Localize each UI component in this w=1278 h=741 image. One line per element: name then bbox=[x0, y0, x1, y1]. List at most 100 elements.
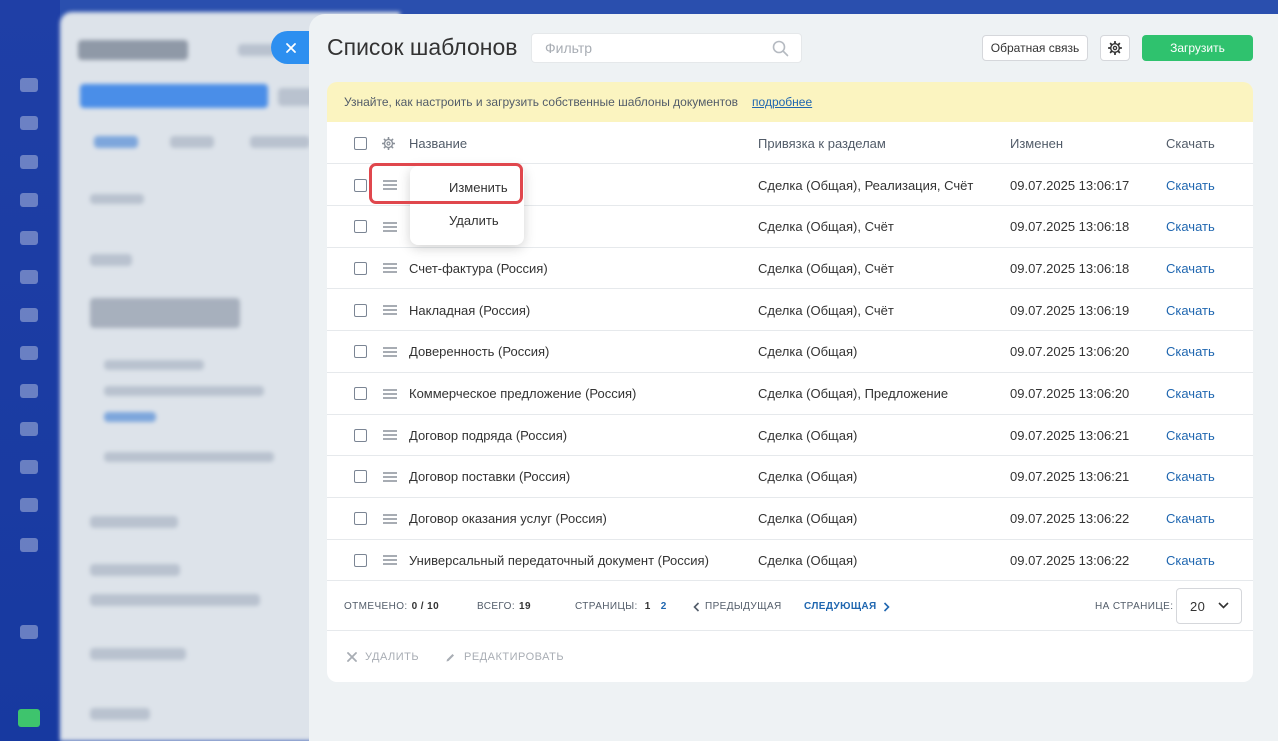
feedback-button[interactable]: Обратная связь bbox=[982, 35, 1088, 61]
filter-input[interactable] bbox=[532, 34, 752, 62]
template-name[interactable]: Накладная (Россия) bbox=[409, 289, 530, 331]
table-header: Название Привязка к разделам Изменен Ска… bbox=[327, 122, 1253, 164]
hamburger-icon bbox=[383, 263, 397, 274]
template-name[interactable]: Счет-фактура (Россия) bbox=[409, 247, 548, 289]
hamburger-icon bbox=[383, 221, 397, 232]
row-checkbox[interactable] bbox=[354, 331, 367, 373]
download-link[interactable]: Скачать bbox=[1166, 164, 1215, 206]
column-name[interactable]: Название bbox=[409, 122, 467, 164]
row-checkbox[interactable] bbox=[354, 164, 367, 206]
upload-button[interactable]: Загрузить bbox=[1142, 35, 1253, 61]
table-row[interactable]: Коммерческое предложение (Россия) Сделка … bbox=[327, 373, 1253, 415]
template-modified: 09.07.2025 13:06:18 bbox=[1010, 219, 1130, 235]
template-modified: 09.07.2025 13:06:22 bbox=[1010, 552, 1130, 568]
table-row[interactable]: Счет-фактура (Россия) Сделка (Общая), Счё… bbox=[327, 247, 1253, 290]
per-page-select[interactable]: 20 bbox=[1176, 588, 1242, 624]
sidebar-icon bbox=[20, 460, 38, 474]
row-checkbox[interactable] bbox=[354, 456, 367, 498]
info-notice: Узнайте, как настроить и загрузить собст… bbox=[327, 82, 1253, 122]
template-sections: Сделка (Общая) bbox=[758, 511, 858, 527]
template-name[interactable]: Договор подряда (Россия) bbox=[409, 414, 567, 456]
template-name[interactable]: Договор оказания услуг (Россия) bbox=[409, 498, 607, 540]
row-checkbox[interactable] bbox=[354, 206, 367, 248]
template-sections: Сделка (Общая) bbox=[758, 344, 858, 360]
next-page-button[interactable]: СЛЕДУЮЩАЯ bbox=[804, 582, 890, 631]
table-row[interactable]: Договор подряда (Россия) Сделка (Общая) 09… bbox=[327, 414, 1253, 457]
hamburger-icon bbox=[383, 430, 397, 441]
template-name[interactable]: Универсальный передаточный документ (Рос… bbox=[409, 539, 709, 581]
row-menu-button[interactable] bbox=[383, 289, 397, 331]
more-link[interactable]: подробнее bbox=[752, 95, 812, 109]
row-checkbox[interactable] bbox=[354, 247, 367, 289]
row-checkbox[interactable] bbox=[354, 414, 367, 456]
template-modified: 09.07.2025 13:06:21 bbox=[1010, 427, 1130, 443]
template-sections: Сделка (Общая) bbox=[758, 427, 858, 443]
template-name[interactable]: Коммерческое предложение (Россия) bbox=[409, 373, 636, 415]
template-modified: 09.07.2025 13:06:17 bbox=[1010, 177, 1130, 193]
template-modified: 09.07.2025 13:06:22 bbox=[1010, 511, 1130, 527]
close-slider-button[interactable] bbox=[271, 31, 311, 64]
page-2-link[interactable]: 2 bbox=[661, 601, 667, 612]
menu-item-delete[interactable]: Удалить bbox=[410, 205, 524, 235]
download-link[interactable]: Скачать bbox=[1166, 247, 1215, 289]
group-edit-button[interactable]: РЕДАКТИРОВАТЬ bbox=[445, 632, 564, 682]
page-1: 1 bbox=[644, 601, 651, 612]
group-delete-button[interactable]: УДАЛИТЬ bbox=[347, 632, 419, 682]
search-icon[interactable] bbox=[772, 40, 789, 62]
column-settings-button[interactable] bbox=[382, 122, 395, 164]
row-checkbox[interactable] bbox=[354, 373, 367, 415]
table-row[interactable]: Договор поставки (Россия) Сделка (Общая) 0… bbox=[327, 456, 1253, 498]
chevron-right-icon bbox=[883, 601, 890, 612]
highlight-frame bbox=[369, 163, 523, 204]
hamburger-icon bbox=[383, 555, 397, 566]
template-name[interactable]: Доверенность (Россия) bbox=[409, 331, 549, 373]
status-icon bbox=[18, 709, 40, 727]
row-checkbox[interactable] bbox=[354, 498, 367, 540]
row-menu-button[interactable] bbox=[383, 206, 397, 248]
download-link[interactable]: Скачать bbox=[1166, 206, 1215, 248]
gear-icon bbox=[382, 136, 395, 150]
column-modified[interactable]: Изменен bbox=[1010, 122, 1063, 164]
table-row[interactable]: Доверенность (Россия) Сделка (Общая) 09.07… bbox=[327, 331, 1253, 373]
row-menu-button[interactable] bbox=[383, 247, 397, 289]
template-sections: Сделка (Общая), Предложение bbox=[758, 386, 949, 401]
pencil-icon bbox=[446, 653, 454, 661]
column-sections[interactable]: Привязка к разделам bbox=[758, 122, 886, 164]
gear-icon bbox=[1108, 41, 1122, 55]
background-sidebar bbox=[0, 0, 60, 741]
sidebar-icon bbox=[20, 231, 38, 245]
download-link[interactable]: Скачать bbox=[1166, 456, 1215, 498]
row-checkbox[interactable] bbox=[354, 539, 367, 581]
download-link[interactable]: Скачать bbox=[1166, 498, 1215, 540]
download-link[interactable]: Скачать bbox=[1166, 331, 1215, 373]
sidebar-icon bbox=[20, 422, 38, 436]
per-page-value: 20 bbox=[1190, 598, 1206, 614]
download-link[interactable]: Скачать bbox=[1166, 373, 1215, 415]
prev-page-button[interactable]: ПРЕДЫДУЩАЯ bbox=[693, 582, 782, 631]
row-menu-button[interactable] bbox=[383, 498, 397, 540]
row-menu-button[interactable] bbox=[383, 414, 397, 456]
row-checkbox[interactable] bbox=[354, 289, 367, 331]
select-all-checkbox[interactable] bbox=[354, 122, 367, 164]
template-name[interactable]: Договор поставки (Россия) bbox=[409, 456, 570, 498]
row-menu-button[interactable] bbox=[383, 331, 397, 373]
row-menu-button[interactable] bbox=[383, 456, 397, 498]
template-modified: 09.07.2025 13:06:20 bbox=[1010, 344, 1130, 360]
download-link[interactable]: Скачать bbox=[1166, 289, 1215, 331]
table-row[interactable]: Накладная (Россия) Сделка (Общая), Счёт 09… bbox=[327, 289, 1253, 332]
sidebar-icon bbox=[20, 625, 38, 639]
row-menu-button[interactable] bbox=[383, 539, 397, 581]
hamburger-icon bbox=[383, 471, 397, 482]
download-link[interactable]: Скачать bbox=[1166, 539, 1215, 581]
table-row[interactable]: Договор оказания услуг (Россия) Сделка (О… bbox=[327, 498, 1253, 540]
template-sections: Сделка (Общая), Реализация, Счёт bbox=[758, 177, 974, 193]
settings-button[interactable] bbox=[1100, 35, 1130, 61]
sidebar-icon bbox=[20, 78, 38, 92]
filter-search[interactable] bbox=[531, 33, 802, 63]
template-sections: Сделка (Общая), Счёт bbox=[758, 219, 894, 235]
sidebar-icon bbox=[20, 308, 38, 322]
row-menu-button[interactable] bbox=[383, 373, 397, 415]
pagination: СТРАНИЦЫ: 1 2 bbox=[575, 601, 667, 612]
table-row[interactable]: Универсальный передаточный документ (Рос… bbox=[327, 539, 1253, 582]
download-link[interactable]: Скачать bbox=[1166, 414, 1215, 456]
